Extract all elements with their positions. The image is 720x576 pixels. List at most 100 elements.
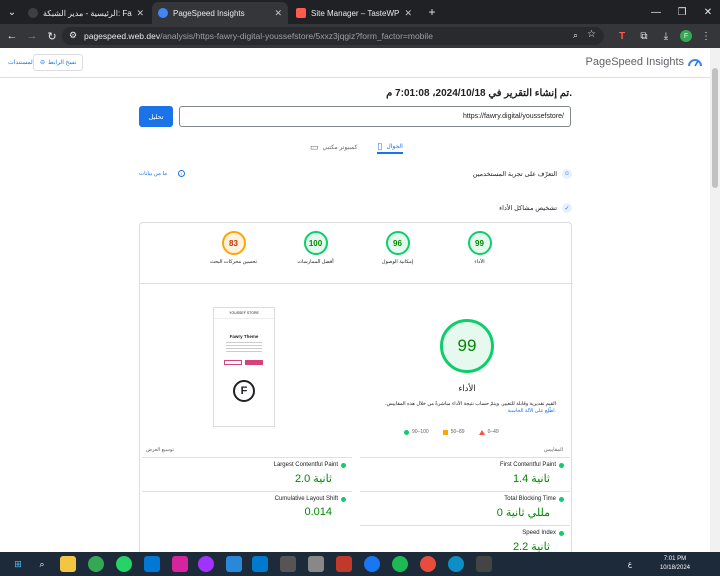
info-icon: i [178, 170, 186, 177]
metric-name-text: Speed Index [522, 530, 556, 536]
url-host: pagespeed.web.dev [84, 31, 161, 41]
messenger-icon[interactable] [198, 556, 214, 572]
legend-average-label: 50–89 [450, 429, 465, 435]
close-tab-icon[interactable]: ✕ [136, 8, 144, 19]
tab-desktop[interactable]: ▭ كمبيوتر مكتبي [310, 140, 357, 154]
mail-icon[interactable] [144, 556, 160, 572]
browser-tab-strip: ⌄ الرئيسية - مدير الشبكة: Fawry Digital … [0, 0, 720, 24]
metric-name-text: Total Blocking Time [504, 496, 556, 502]
legend-poor: 0–49 [478, 429, 499, 435]
pagespeed-logo[interactable]: PageSpeed Insights [586, 56, 702, 68]
app-icon[interactable] [308, 556, 324, 572]
vscode-icon[interactable] [252, 556, 268, 572]
metric-lcp: Largest Contentful Paint 2.0 ثانية [142, 457, 352, 491]
forward-icon[interactable]: → [22, 26, 42, 46]
app-icon[interactable] [420, 556, 436, 572]
metric-value: 0.014 [304, 506, 332, 518]
maximize-icon[interactable]: ❐ [674, 4, 690, 20]
scrollbar-thumb[interactable] [712, 68, 718, 188]
fawry-logo-icon: F [233, 380, 255, 402]
language-indicator[interactable]: ع [628, 560, 632, 568]
gauge-seo[interactable]: 83 تحسين محركات البحث [208, 231, 260, 265]
good-dot-icon [341, 462, 346, 468]
tab-title: Site Manager – TasteWP [311, 8, 400, 18]
edge-icon[interactable] [448, 556, 464, 572]
search-icon[interactable]: ⌕ [34, 556, 50, 572]
metric-name: Total Blocking Time [504, 496, 564, 502]
gauge-best-practices[interactable]: 100 أفضل الممارسات [290, 231, 342, 265]
file-explorer-icon[interactable] [60, 556, 76, 572]
pagespeed-favicon-icon [158, 8, 168, 18]
score-ring: 99 [467, 231, 492, 255]
bookmark-star-icon[interactable]: ☆ [587, 29, 596, 40]
triangle-icon [478, 429, 485, 435]
gauge-performance[interactable]: 99 الأداء [454, 231, 506, 265]
close-tab-icon[interactable]: ✕ [274, 8, 282, 19]
no-data-label: ما من بيانات [139, 170, 168, 177]
metric-name: Largest Contentful Paint [274, 462, 346, 468]
users-icon: ☺ [562, 169, 572, 179]
url-input[interactable]: https://fawry.digital/youssefstore/ [179, 106, 571, 127]
score-label: تحسين محركات البحث [209, 259, 257, 265]
close-tab-icon[interactable]: ✕ [404, 8, 412, 19]
windows-start-icon[interactable]: ⊞ [10, 556, 26, 572]
menu-icon[interactable]: ⋮ [698, 28, 714, 44]
calculator-link[interactable]: اطّلِع على الآلة الحاسبة. [507, 408, 556, 414]
tab-search-icon[interactable]: ⌄ [4, 4, 20, 20]
page-scrollbar[interactable] [710, 48, 720, 552]
report-card: 99 الأداء 96 إمكانية الوصول 100 أفضل الم… [139, 222, 573, 552]
new-tab-button[interactable]: + [424, 4, 440, 20]
tab-mobile[interactable]: ▯ الجوال [377, 140, 403, 154]
tab-title: الرئيسية - مدير الشبكة: Fawry Digital [43, 8, 132, 18]
tab-pagespeed[interactable]: PageSpeed Insights ✕ [152, 2, 288, 24]
toolbar-actions: T ⧉ ⤓ F ⋮ [614, 28, 714, 44]
site-info-icon[interactable]: ⚙ [69, 30, 77, 41]
performance-big-label: الأداء [458, 383, 476, 393]
copy-link-label: نسخ الرابط [48, 60, 77, 66]
performance-desc-text: القيم تقديرية وقابلة للتغيير. ويتمّ حساب… [385, 401, 556, 407]
expand-view-link[interactable]: توسيع العرض [146, 447, 174, 453]
clock-date: 10/18/2024 [659, 565, 690, 571]
no-data-link[interactable]: ما من بيانات i [139, 170, 186, 177]
analyze-button[interactable]: تحليل [139, 106, 173, 127]
docs-link[interactable]: المستندات [8, 59, 34, 66]
app-icon[interactable] [476, 556, 492, 572]
reload-icon[interactable]: ↻ [42, 26, 62, 46]
good-dot-icon [559, 530, 564, 536]
metric-cls: Cumulative Layout Shift 0.014 [142, 491, 352, 525]
square-icon [442, 429, 448, 435]
whatsapp-icon[interactable] [116, 556, 132, 572]
report-title: تم إنشاء التقرير في 2024/10/18، 7:01:08 … [386, 88, 572, 99]
clock[interactable]: 7:01 PM 10/18/2024 [660, 555, 690, 573]
speedometer-icon [688, 59, 702, 67]
score-legend: 0–49 50–89 90–100 [404, 429, 499, 435]
facebook-icon[interactable] [364, 556, 380, 572]
avatar[interactable]: F [680, 30, 692, 42]
extensions-icon[interactable]: ⧉ [636, 28, 652, 44]
good-dot-icon [341, 496, 346, 502]
back-icon[interactable]: ← [2, 26, 22, 46]
diag-section-label: تشخيص مشاكل الأداء [499, 205, 557, 212]
app-icon[interactable] [336, 556, 352, 572]
app-icon[interactable] [226, 556, 242, 572]
minimize-icon[interactable]: — [648, 4, 664, 20]
spotify-icon[interactable] [392, 556, 408, 572]
zoom-icon[interactable]: ⌕ [573, 30, 578, 41]
app-icon[interactable] [280, 556, 296, 572]
screenshot-text-lines [226, 342, 262, 354]
tab-tastewp[interactable]: Site Manager – TasteWP ✕ [290, 2, 418, 24]
screenshot-store-name: YOUSSEF STORE [214, 308, 274, 319]
gauge-accessibility[interactable]: 96 إمكانية الوصول [372, 231, 424, 265]
download-icon[interactable]: ⤓ [658, 28, 674, 44]
good-dot-icon [559, 462, 564, 468]
address-bar[interactable]: ⚙ pagespeed.web.dev/analysis/https-fawry… [62, 27, 604, 45]
close-window-icon[interactable]: ✕ [700, 4, 716, 20]
pagespeed-page: المستندات ⊖ نسخ الرابط PageSpeed Insight… [0, 48, 710, 552]
copy-link-button[interactable]: ⊖ نسخ الرابط [33, 54, 84, 71]
tab-fawry-digital[interactable]: الرئيسية - مدير الشبكة: Fawry Digital ✕ [22, 2, 150, 24]
instagram-icon[interactable] [172, 556, 188, 572]
tastewp-extension-icon[interactable]: T [614, 28, 630, 44]
metric-name-text: Cumulative Layout Shift [274, 496, 338, 502]
metric-value: 1.4 ثانية [512, 473, 550, 485]
chrome-icon[interactable] [88, 556, 104, 572]
